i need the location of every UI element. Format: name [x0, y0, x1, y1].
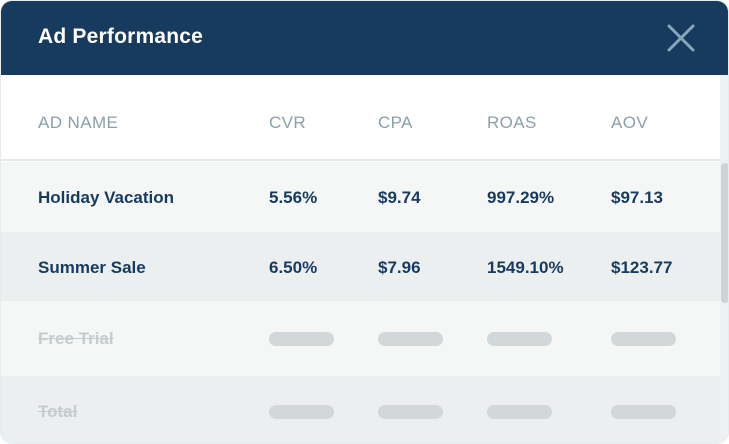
column-header-aov[interactable]: AOV [611, 113, 648, 133]
column-header-ad-name[interactable]: AD NAME [38, 113, 118, 133]
table-row[interactable]: Summer Sale 6.50% $7.96 1549.10% $123.77 [1, 232, 720, 301]
skeleton-bar [611, 405, 676, 419]
total-label: Total [38, 402, 78, 421]
aov-cell: $123.77 [611, 258, 673, 277]
skeleton-bar [611, 332, 676, 346]
cpa-cell: $7.96 [378, 258, 421, 277]
cpa-cell: $9.74 [378, 188, 421, 207]
skeleton-bar [269, 405, 334, 419]
scrollbar-thumb[interactable] [721, 163, 728, 303]
table-row[interactable]: Holiday Vacation 5.56% $9.74 997.29% $97… [1, 162, 720, 232]
close-icon[interactable] [665, 22, 697, 54]
cvr-cell: 5.56% [269, 188, 318, 207]
cvr-cell: 6.50% [269, 258, 318, 277]
column-header-roas[interactable]: ROAS [487, 113, 537, 133]
ad-name-cell: Free Trial [38, 329, 114, 348]
placeholder-row-total: Total [1, 376, 720, 443]
table: AD NAME CVR CPA ROAS AOV Holiday Vacatio… [1, 75, 720, 443]
aov-cell: $97.13 [611, 188, 663, 207]
roas-cell: 997.29% [487, 188, 555, 207]
skeleton-bar [487, 405, 552, 419]
skeleton-bar [378, 332, 443, 346]
table-header-row: AD NAME CVR CPA ROAS AOV [1, 75, 720, 161]
ad-performance-panel: Ad Performance AD NAME CVR CPA ROAS AOV … [0, 0, 729, 444]
ad-name-cell: Summer Sale [38, 258, 146, 277]
skeleton-bar [487, 332, 552, 346]
panel-title: Ad Performance [38, 25, 204, 48]
column-header-cvr[interactable]: CVR [269, 113, 306, 133]
column-header-cpa[interactable]: CPA [378, 113, 413, 133]
placeholder-row: Free Trial [1, 301, 720, 376]
skeleton-bar [269, 332, 334, 346]
roas-cell: 1549.10% [487, 258, 564, 277]
skeleton-bar [378, 405, 443, 419]
ad-name-cell: Holiday Vacation [38, 188, 175, 207]
panel-header: Ad Performance [1, 1, 728, 75]
